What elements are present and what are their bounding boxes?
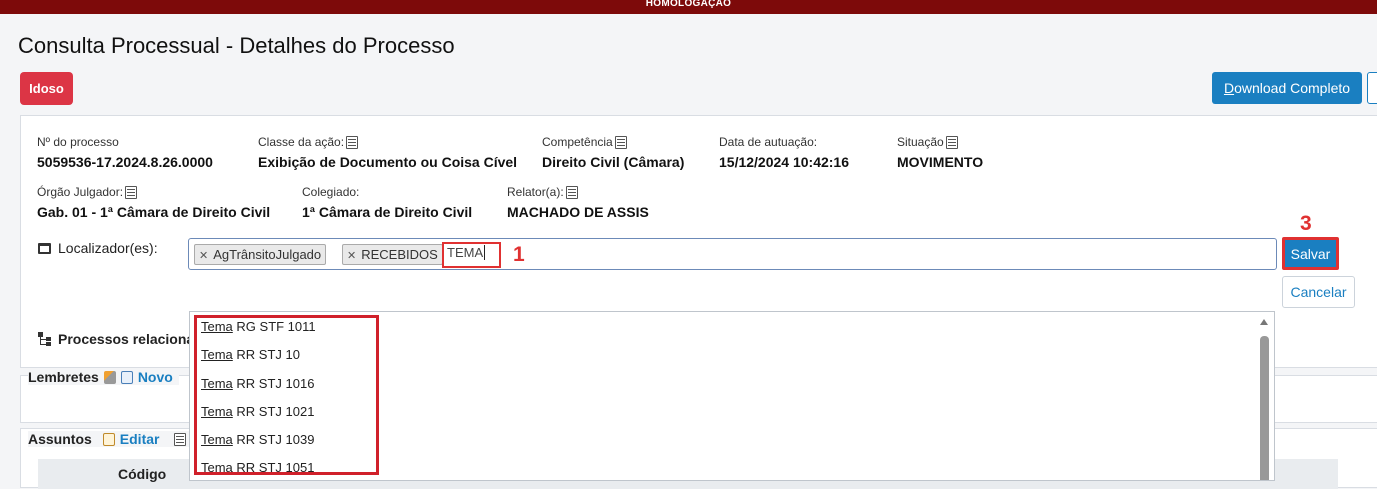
- list-icon[interactable]: [346, 135, 359, 149]
- colegiado-label: Colegiado:: [302, 185, 360, 199]
- localizador-chip: ✕ RECEBIDOS: [342, 244, 443, 265]
- relator-label: Relator(a):: [507, 185, 564, 199]
- autocomplete-option[interactable]: Tema RR STJ 10: [201, 347, 300, 362]
- autocomplete-option[interactable]: Tema RR STJ 1039: [201, 432, 314, 447]
- orgao-value: Gab. 01 - 1ª Câmara de Direito Civil: [37, 204, 271, 220]
- list-icon[interactable]: [614, 135, 627, 149]
- option-text: RR STJ 1016: [232, 376, 315, 391]
- column-header-codigo: Código: [118, 466, 167, 482]
- localizador-label-text: Localizador(es):: [58, 240, 158, 256]
- field-colegiado: Colegiado: 1ª Câmara de Direito Civil: [302, 185, 472, 220]
- option-match: Tema: [201, 319, 233, 334]
- option-text: RG STF 1011: [232, 319, 316, 334]
- remove-chip-icon[interactable]: ✕: [199, 250, 208, 262]
- field-classe: Classe da ação: Exibição de Documento ou…: [258, 135, 517, 170]
- autocomplete-option[interactable]: Tema RR STJ 1021: [201, 404, 314, 419]
- list-icon[interactable]: [125, 185, 138, 199]
- autocomplete-dropdown: Tema RG STF 1011 Tema RR STJ 10 Tema RR …: [189, 311, 1275, 481]
- idoso-badge: Idoso: [20, 72, 73, 105]
- localizador-search-input[interactable]: TEMA: [442, 242, 501, 268]
- localizador-chip: ✕ AgTrânsitoJulgado: [194, 244, 327, 265]
- annotation-3: 3: [1300, 212, 1312, 235]
- field-relator: Relator(a): MACHADO DE ASSIS: [507, 185, 649, 220]
- scrollbar-thumb[interactable]: [1260, 336, 1269, 480]
- classe-label: Classe da ação:: [258, 135, 345, 149]
- field-data-autuacao: Data de autuação: 15/12/2024 10:42:16: [719, 135, 849, 170]
- data-autuacao-value: 15/12/2024 10:42:16: [719, 154, 849, 170]
- page-title: Consulta Processual - Detalhes do Proces…: [18, 33, 455, 58]
- tree-icon: [38, 332, 52, 346]
- field-numero: Nº do processo 5059536-17.2024.8.26.0000: [37, 135, 213, 170]
- edit-icon: [102, 432, 115, 446]
- assuntos-title: Assuntos: [28, 431, 92, 447]
- list-icon[interactable]: [174, 432, 187, 446]
- environment-banner: HOMOLOGAÇÃO: [0, 0, 1377, 14]
- download-button-label: ownload Completo: [1234, 80, 1351, 96]
- option-match: Tema: [201, 432, 233, 447]
- orgao-label: Órgão Julgador:: [37, 185, 124, 199]
- download-completo-button[interactable]: Download Completo: [1212, 72, 1362, 104]
- classe-value: Exibição de Documento ou Coisa Cível: [258, 154, 518, 170]
- cancelar-button[interactable]: Cancelar: [1282, 276, 1355, 308]
- numero-label: Nº do processo: [37, 135, 119, 149]
- text-caret: [484, 245, 486, 260]
- localizador-label: Localizador(es):: [38, 240, 158, 256]
- chip-label: RECEBIDOS: [361, 247, 438, 262]
- data-autuacao-label: Data de autuação:: [719, 135, 818, 149]
- field-orgao: Órgão Julgador: Gab. 01 - 1ª Câmara de D…: [37, 185, 270, 220]
- competencia-value: Direito Civil (Câmara): [542, 154, 685, 170]
- scroll-up-arrow-icon[interactable]: [1260, 319, 1268, 325]
- list-icon[interactable]: [945, 135, 958, 149]
- numero-value: 5059536-17.2024.8.26.0000: [37, 154, 213, 170]
- relator-value: MACHADO DE ASSIS: [507, 204, 649, 220]
- assuntos-header: Assuntos Editar: [28, 431, 193, 447]
- autocomplete-option[interactable]: Tema RR STJ 1016: [201, 376, 314, 391]
- option-text: RR STJ 1021: [232, 404, 315, 419]
- situacao-label: Situação: [897, 135, 944, 149]
- option-text: RR STJ 1051: [232, 460, 315, 475]
- inbox-icon: [38, 242, 51, 254]
- lembretes-title: Lembretes: [28, 369, 99, 385]
- option-match: Tema: [201, 460, 233, 475]
- remove-chip-icon[interactable]: ✕: [347, 250, 356, 262]
- wrench-icon[interactable]: [103, 370, 116, 384]
- options-highlight-box: [194, 315, 379, 475]
- localizador-tag-input[interactable]: ✕ AgTrânsitoJulgado ✕ RECEBIDOS TEMA: [188, 238, 1277, 270]
- option-match: Tema: [201, 376, 233, 391]
- option-text: RR STJ 10: [232, 347, 300, 362]
- extra-action-button[interactable]: [1367, 72, 1377, 104]
- colegiado-value: 1ª Câmara de Direito Civil: [302, 204, 473, 220]
- list-icon[interactable]: [565, 185, 578, 199]
- field-competencia: Competência Direito Civil (Câmara): [542, 135, 684, 170]
- lembretes-header: Lembretes Novo: [28, 369, 179, 385]
- field-situacao: Situação MOVIMENTO: [897, 135, 983, 170]
- new-document-icon: [120, 370, 133, 384]
- option-match: Tema: [201, 347, 233, 362]
- salvar-button[interactable]: Salvar: [1282, 237, 1339, 270]
- option-match: Tema: [201, 404, 233, 419]
- chip-label: AgTrânsitoJulgado: [213, 247, 322, 262]
- situacao-value: MOVIMENTO: [897, 154, 984, 170]
- autocomplete-option[interactable]: Tema RG STF 1011: [201, 319, 316, 334]
- novo-lembrete-link[interactable]: Novo: [138, 369, 173, 385]
- annotation-1: 1: [513, 243, 525, 266]
- autocomplete-option[interactable]: Tema RR STJ 1051: [201, 460, 314, 475]
- option-text: RR STJ 1039: [232, 432, 315, 447]
- competencia-label: Competência: [542, 135, 613, 149]
- typed-text: TEMA: [447, 245, 484, 260]
- editar-assuntos-link[interactable]: Editar: [120, 431, 160, 447]
